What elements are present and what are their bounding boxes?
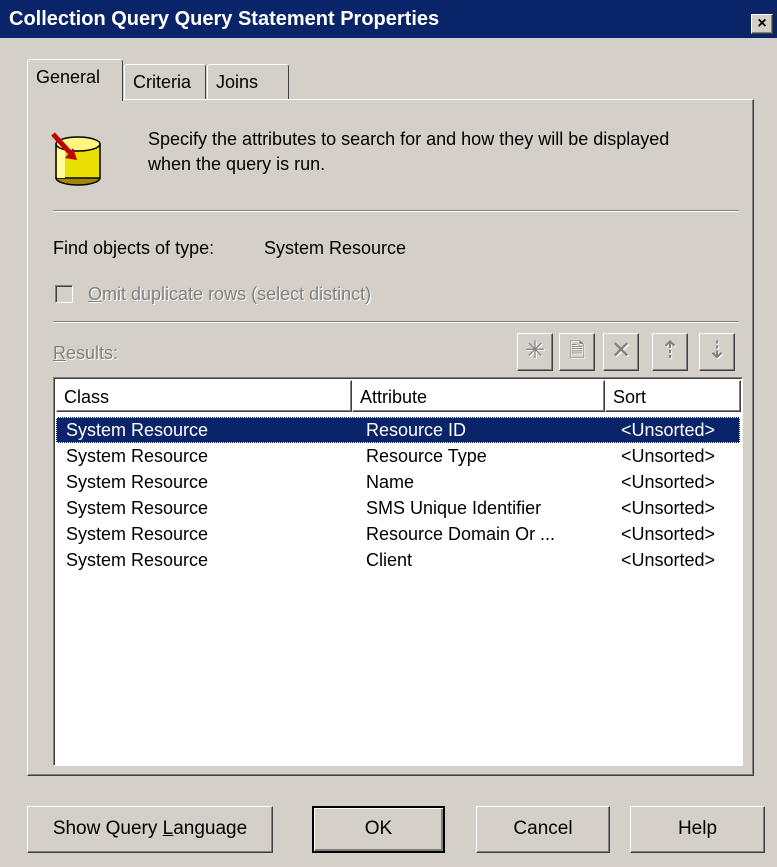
class-cell: System Resource	[66, 446, 209, 466]
move-up-icon: ⇡	[659, 337, 681, 364]
class-cell: System Resource	[66, 420, 209, 440]
class-cell: System Resource	[66, 550, 209, 570]
show-query-language-button[interactable]: Show Query Language	[27, 806, 273, 853]
properties-button[interactable]: 🗎	[559, 333, 595, 371]
database-query-icon	[51, 132, 101, 186]
table-row[interactable]: System Resource Resource Type <Unsorted>	[56, 443, 740, 469]
move-down-icon: ⇣	[706, 337, 728, 364]
help-button[interactable]: Help	[630, 806, 765, 853]
omit-duplicates-label: Omit duplicate rows (select distinct)	[88, 284, 372, 304]
attribute-cell: Resource ID	[366, 420, 467, 440]
asterisk-icon: ✳	[524, 337, 546, 364]
separator	[53, 321, 739, 323]
table-row[interactable]: System Resource Client <Unsorted>	[56, 547, 740, 573]
attribute-cell: Resource Type	[366, 446, 487, 466]
column-header-attribute[interactable]: Attribute	[352, 380, 605, 412]
table-row[interactable]: System Resource Name <Unsorted>	[56, 469, 740, 495]
description-line-1: Specify the attributes to search for and…	[148, 129, 670, 149]
cancel-button[interactable]: Cancel	[476, 806, 610, 853]
attribute-cell: SMS Unique Identifier	[366, 498, 542, 518]
results-list[interactable]: Class Attribute Sort System Resource Reso…	[53, 377, 743, 766]
attribute-cell: Name	[366, 472, 415, 492]
find-objects-label: Find objects of type:	[53, 238, 215, 258]
move-up-button[interactable]: ⇡	[652, 333, 688, 371]
class-cell: System Resource	[66, 524, 209, 544]
attribute-cell: Client	[366, 550, 413, 570]
new-attribute-button[interactable]: ✳	[517, 333, 553, 371]
find-objects-value: System Resource	[264, 238, 407, 258]
column-header-class[interactable]: Class	[56, 380, 352, 412]
table-row[interactable]: System Resource SMS Unique Identifier <Uns…	[56, 495, 740, 521]
sort-cell: <Unsorted>	[621, 550, 716, 570]
attribute-cell: Resource Domain Or ...	[366, 524, 556, 544]
table-row[interactable]: System Resource Resource Domain Or ... <Un…	[56, 521, 740, 547]
properties-icon: 🗎	[568, 340, 586, 362]
delete-button[interactable]: ✕	[603, 333, 639, 371]
class-cell: System Resource	[66, 498, 209, 518]
ok-button[interactable]: OK	[312, 806, 445, 853]
column-header-sort[interactable]: Sort	[605, 380, 741, 412]
separator	[53, 210, 739, 212]
sort-cell: <Unsorted>	[621, 524, 716, 544]
omit-duplicates-checkbox[interactable]	[55, 285, 73, 303]
delete-icon: ✕	[610, 337, 632, 364]
move-down-button[interactable]: ⇣	[699, 333, 735, 371]
sort-cell: <Unsorted>	[621, 446, 716, 466]
sort-cell: <Unsorted>	[621, 498, 716, 518]
table-row[interactable]: System Resource Resource ID <Unsorted>	[56, 417, 740, 443]
sort-cell: <Unsorted>	[621, 420, 716, 440]
results-label: Results:	[53, 343, 119, 363]
sort-cell: <Unsorted>	[621, 472, 716, 492]
class-cell: System Resource	[66, 472, 209, 492]
description-line-2: when the query is run.	[148, 154, 326, 174]
